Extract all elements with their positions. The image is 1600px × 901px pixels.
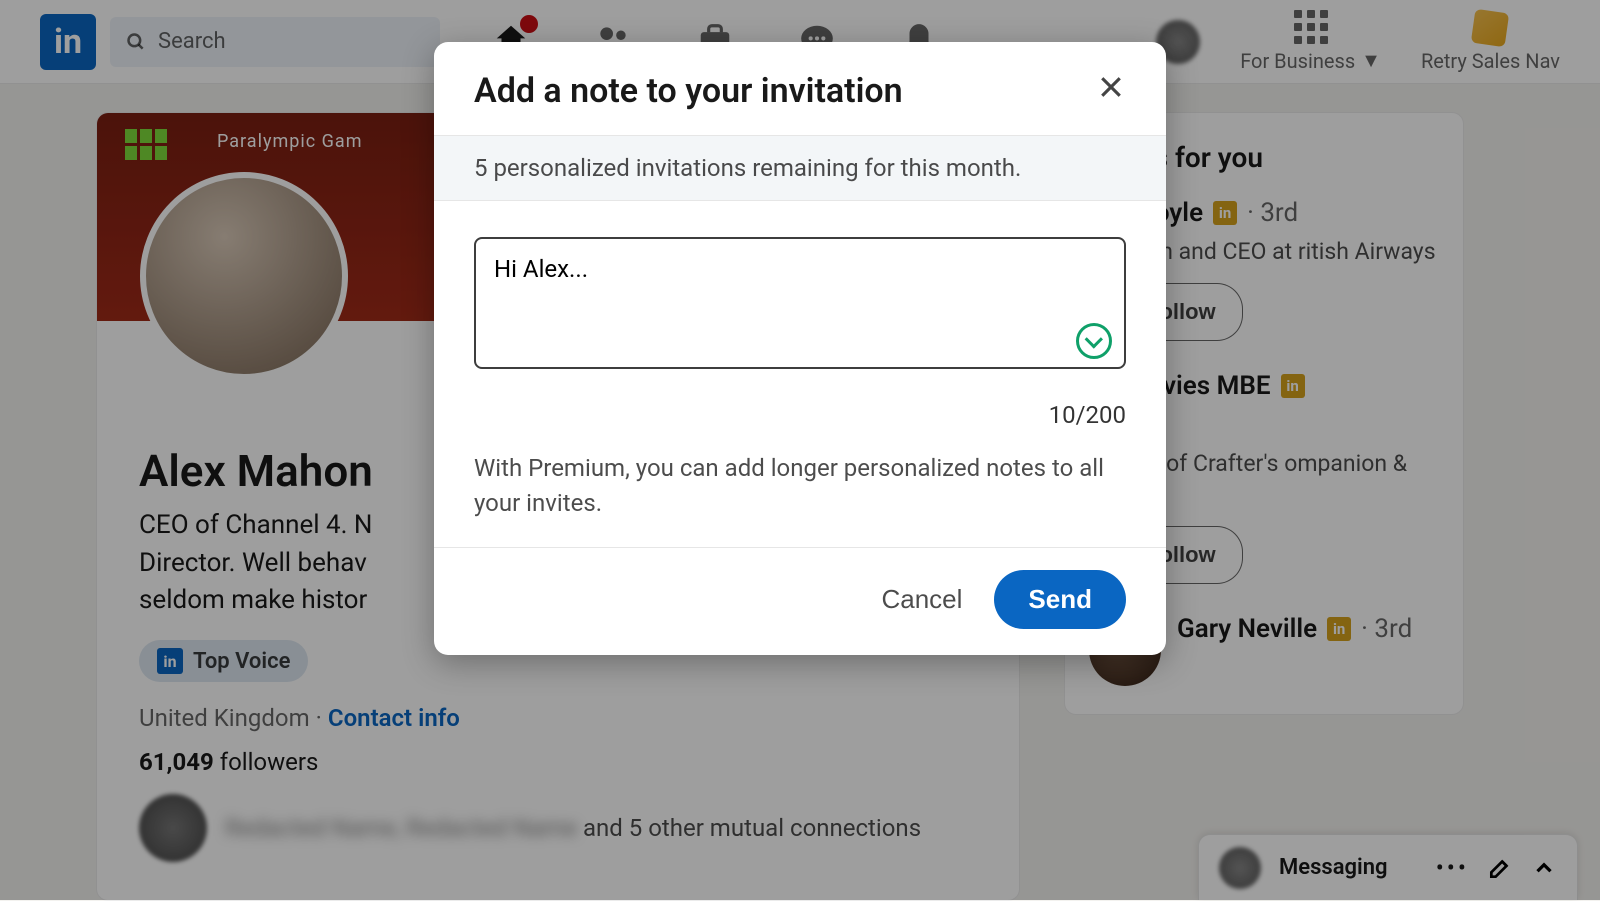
- cancel-button[interactable]: Cancel: [881, 584, 962, 615]
- invitation-note-modal: Add a note to your invitation 5 personal…: [434, 42, 1166, 655]
- close-icon: [1096, 72, 1126, 102]
- modal-scrim[interactable]: Add a note to your invitation 5 personal…: [0, 0, 1600, 900]
- character-count: 10/200: [474, 401, 1126, 429]
- send-button[interactable]: Send: [994, 570, 1126, 629]
- modal-title: Add a note to your invitation: [474, 71, 903, 111]
- invites-remaining-banner: 5 personalized invitations remaining for…: [434, 135, 1166, 201]
- premium-upsell-text: With Premium, you can add longer persona…: [474, 451, 1126, 521]
- grammarly-icon[interactable]: [1076, 323, 1112, 359]
- invitation-note-textarea[interactable]: [474, 237, 1126, 369]
- close-button[interactable]: [1090, 66, 1132, 115]
